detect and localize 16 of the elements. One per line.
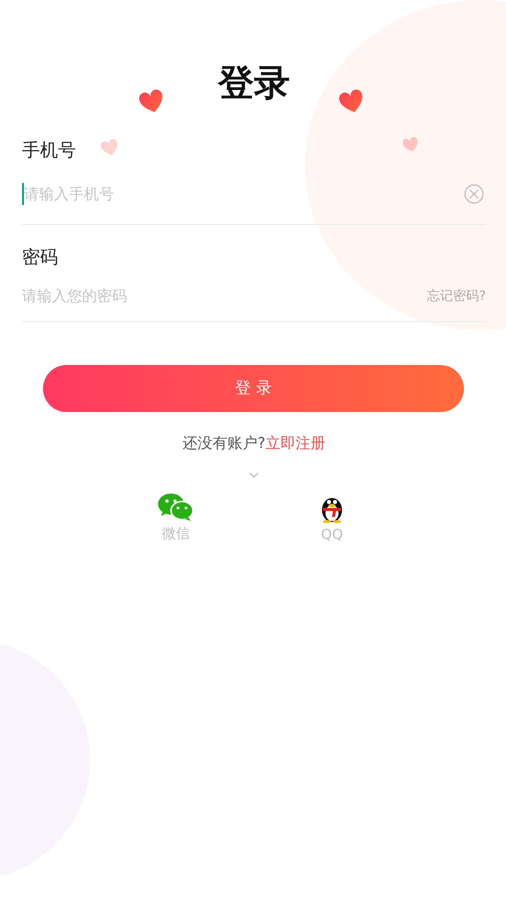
chat-bubbles-icon (158, 493, 194, 521)
clear-icon[interactable] (464, 184, 484, 204)
phone-input[interactable]: 请输入手机号 (24, 182, 456, 206)
password-input[interactable]: 请输入您的密码 (22, 284, 420, 308)
register-link[interactable]: 立即注册 (265, 434, 326, 453)
social-login-label[interactable]: 微信 (162, 525, 190, 543)
heart-icon (402, 136, 420, 154)
page-title: 登录 (218, 62, 290, 106)
register-prompt: 还没有账户? (182, 434, 266, 453)
social-login-label[interactable]: QQ (320, 527, 344, 543)
chevron-down-icon (248, 471, 260, 479)
heart-icon (100, 138, 120, 158)
login-button[interactable]: 登 录 (43, 365, 464, 412)
field-label: 手机号 (22, 139, 76, 163)
forgot-password-link[interactable]: 忘记密码? (427, 287, 486, 305)
field-label: 密码 (22, 246, 58, 270)
